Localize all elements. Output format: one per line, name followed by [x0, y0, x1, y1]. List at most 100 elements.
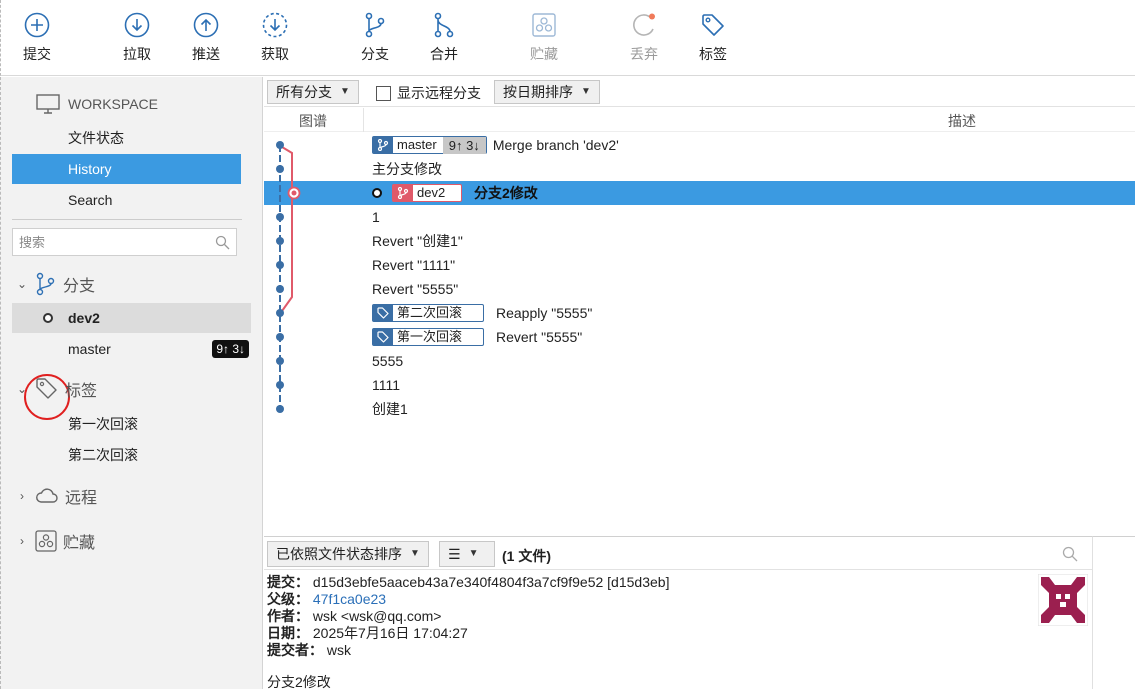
pull-button[interactable]: 拉取 [107, 8, 167, 70]
commit-button[interactable]: 提交 [7, 8, 67, 70]
sidebar-search-input[interactable] [13, 229, 203, 255]
commit-message: 5555 [372, 353, 404, 369]
parent-hash-link[interactable]: 47f1ca0e23 [313, 591, 386, 607]
discard-button[interactable]: 丢弃 [614, 8, 674, 70]
show-remote-checkbox[interactable]: 显示远程分支 [376, 83, 481, 103]
stash-icon [532, 13, 556, 37]
head-indicator-icon [372, 188, 382, 198]
branches-group-header[interactable]: ⌄ 分支 [15, 271, 95, 297]
sort-select[interactable]: 按日期排序 ▼ [494, 80, 600, 104]
branch-filter-value: 所有分支 [276, 84, 332, 100]
commit-row[interactable]: Revert "创建1" [264, 229, 1135, 253]
nav-history[interactable]: History [12, 154, 241, 184]
commit-message: Revert "5555" [496, 329, 583, 345]
stash-label: 贮藏 [530, 46, 558, 62]
nav-file-status[interactable]: 文件状态 [12, 123, 241, 153]
fetch-button[interactable]: 获取 [245, 8, 305, 70]
graph-node [276, 285, 284, 293]
branch-label: 分支 [361, 46, 389, 62]
commit-row[interactable]: Revert "5555" [264, 277, 1135, 301]
fetch-label: 获取 [261, 46, 289, 62]
tags-title: 标签 [65, 383, 98, 400]
arrow-up-circle-icon [193, 12, 219, 38]
commit-row[interactable]: 创建1 [264, 397, 1135, 421]
chevron-down-icon: ▼ [410, 548, 420, 559]
search-icon [215, 235, 230, 250]
commit-row[interactable]: master 9↑ 3↓ Merge branch 'dev2' [264, 133, 1135, 157]
ahead-behind-badge: 9↑ 3↓ [212, 340, 249, 358]
commit-message: 创建1 [372, 401, 408, 417]
current-branch-dot-icon [43, 313, 53, 323]
column-divider[interactable] [363, 108, 364, 132]
commit-row[interactable]: 第二次回滚 Reapply "5555" [264, 301, 1135, 325]
show-remote-label: 显示远程分支 [397, 85, 481, 101]
date-line: 日期： 2025年7月16日 17:04:27 [267, 625, 468, 642]
branch-item-dev2[interactable]: dev2 [12, 303, 251, 333]
parent-line: 父级： 47f1ca0e23 [267, 591, 386, 608]
branch-icon [36, 272, 55, 296]
tag-button[interactable]: 标签 [683, 8, 743, 70]
graph-node [276, 405, 284, 413]
branch-button[interactable]: 分支 [345, 8, 405, 70]
tag-item[interactable]: 第二次回滚 [68, 440, 138, 470]
file-sort-select[interactable]: 已依照文件状态排序 ▼ [267, 541, 429, 567]
graph-node [276, 165, 284, 173]
graph-node [276, 333, 284, 341]
search-icon[interactable] [1062, 546, 1078, 562]
branch-name: master [68, 341, 111, 357]
branch-item-master[interactable]: master 9↑ 3↓ [12, 334, 251, 364]
commit-row-selected[interactable]: dev2 分支2修改 [264, 181, 1135, 205]
commit-message: 主分支修改 [372, 161, 442, 177]
commit-row[interactable]: Revert "1111" [264, 253, 1135, 277]
commit-message: Reapply "5555" [496, 305, 593, 321]
stash-button[interactable]: 贮藏 [514, 8, 574, 70]
commit-message: Revert "5555" [372, 281, 459, 297]
commit-row[interactable]: 主分支修改 [264, 157, 1135, 181]
remotes-group-header[interactable]: › 远程 [15, 483, 97, 509]
graph-node [276, 309, 284, 317]
tag-item[interactable]: 第一次回滚 [68, 409, 138, 439]
tag-icon [702, 14, 724, 36]
branch-ref-master: master 9↑ 3↓ [372, 136, 487, 154]
chevron-down-icon: ⌄ [16, 277, 28, 291]
merge-button[interactable]: 合并 [414, 8, 474, 70]
tag-icon [373, 328, 393, 346]
cloud-icon [36, 488, 58, 503]
commit-row[interactable]: 1 [264, 205, 1135, 229]
graph-node [276, 237, 284, 245]
commit-label: 提交 [23, 46, 51, 62]
graph-column-header[interactable]: 图谱 [299, 111, 327, 131]
nav-search[interactable]: Search [12, 185, 241, 215]
parent-label: 父级： [267, 591, 309, 607]
tag-ref: 第一次回滚 [372, 328, 484, 346]
date-value: 2025年7月16日 17:04:27 [312, 625, 468, 641]
push-button[interactable]: 推送 [176, 8, 236, 70]
branches-title: 分支 [63, 278, 96, 295]
merge-icon [434, 12, 454, 38]
view-mode-select[interactable]: ☰ ▼ [439, 541, 495, 567]
chevron-down-icon: ⌄ [16, 382, 28, 396]
commit-row[interactable]: 5555 [264, 349, 1135, 373]
stashes-group-header[interactable]: › 贮藏 [15, 528, 95, 554]
author-value: wsk <wsk@qq.com> [312, 608, 442, 624]
commit-message: 分支2修改 [474, 185, 538, 201]
tag-label: 标签 [699, 46, 727, 62]
stashes-title: 贮藏 [63, 535, 96, 552]
discard-icon [633, 13, 655, 36]
description-column-header[interactable]: 描述 [948, 111, 976, 131]
workspace-header: WORKSPACE [36, 93, 158, 115]
commit-message: 1111 [372, 377, 401, 393]
chevron-right-icon: › [20, 534, 24, 548]
commit-row[interactable]: 1111 [264, 373, 1135, 397]
tags-group-header[interactable]: ⌄ 标签 [15, 376, 97, 402]
chevron-right-icon: › [20, 489, 24, 503]
chevron-down-icon: ▼ [581, 86, 591, 97]
history-column-header: 图谱 描述 [264, 108, 1135, 132]
author-line: 作者： wsk <wsk@qq.com> [267, 608, 441, 625]
graph-node [276, 141, 284, 149]
discard-label: 丢弃 [630, 46, 658, 62]
branch-filter-select[interactable]: 所有分支 ▼ [267, 80, 359, 104]
checkbox-box[interactable] [376, 85, 391, 101]
commit-row[interactable]: 第一次回滚 Revert "5555" [264, 325, 1135, 349]
sidebar-search [12, 228, 237, 256]
